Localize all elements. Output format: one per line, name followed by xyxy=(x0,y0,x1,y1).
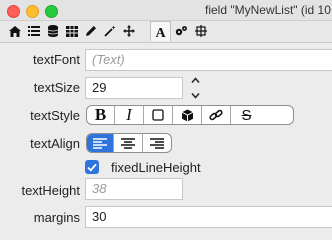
align-center-button[interactable] xyxy=(114,134,143,152)
style-link-button[interactable] xyxy=(202,106,231,124)
textsize-field[interactable]: 29 xyxy=(85,77,183,99)
textfont-label: textFont xyxy=(33,52,80,67)
textalign-label: textAlign xyxy=(30,136,80,151)
style-box-button[interactable] xyxy=(144,106,173,124)
link-icon xyxy=(209,109,223,121)
gears-icon xyxy=(175,26,187,36)
italic-icon: I xyxy=(126,105,132,124)
textstyle-segmented-control[interactable]: B I S xyxy=(86,105,294,125)
tab-database[interactable] xyxy=(43,22,62,40)
box-icon xyxy=(152,109,164,121)
text-tab-glyph: A xyxy=(155,26,166,38)
tab-advanced[interactable] xyxy=(172,22,191,40)
tab-table[interactable] xyxy=(62,22,81,40)
bold-icon: B xyxy=(94,105,107,124)
list-icon xyxy=(27,26,40,36)
chevron-up-icon[interactable] xyxy=(191,77,200,84)
move-icon xyxy=(122,25,135,37)
tab-list[interactable] xyxy=(24,22,43,40)
window-titlebar: field "MyNewList" (id 10 xyxy=(0,0,332,21)
textsize-stepper[interactable] xyxy=(189,77,202,99)
textfont-placeholder: (Text) xyxy=(92,52,125,67)
tab-text[interactable]: A xyxy=(150,21,171,41)
text-properties-pane: textFont (Text) textSize 29 textStyle B … xyxy=(0,43,332,240)
align-right-button[interactable] xyxy=(143,134,171,152)
tab-basic[interactable] xyxy=(5,22,24,40)
home-icon xyxy=(8,25,21,37)
align-right-icon xyxy=(149,137,164,149)
fixedlineheight-checkbox[interactable] xyxy=(85,160,99,174)
zoom-window-button[interactable] xyxy=(45,5,58,18)
chevron-down-icon[interactable] xyxy=(191,92,200,99)
textsize-label: textSize xyxy=(33,80,80,95)
textheight-label: textHeight xyxy=(21,183,80,198)
align-left-icon xyxy=(93,137,108,149)
table-icon xyxy=(65,25,78,37)
database-icon xyxy=(47,25,58,37)
close-window-button[interactable] xyxy=(7,5,20,18)
tab-position[interactable] xyxy=(119,22,138,40)
textsize-value: 29 xyxy=(92,80,107,95)
tab-pencil[interactable] xyxy=(81,22,100,40)
resize-icon xyxy=(194,25,207,37)
checkmark-icon xyxy=(87,163,97,172)
pencil-icon xyxy=(85,26,96,36)
text-icon: A xyxy=(155,26,166,38)
style-bold-button[interactable]: B xyxy=(87,106,115,124)
window-title: field "MyNewList" (id 10 xyxy=(205,3,331,17)
cube-icon xyxy=(181,109,193,121)
align-center-icon xyxy=(121,137,136,149)
style-italic-button[interactable]: I xyxy=(115,106,144,124)
textstyle-label: textStyle xyxy=(30,108,80,123)
textalign-segmented-control[interactable] xyxy=(86,133,172,153)
inspector-toolbar: A xyxy=(0,21,332,43)
margins-value: 30 xyxy=(92,209,107,224)
margins-field[interactable]: 30 xyxy=(85,206,332,228)
strikeout-icon: S xyxy=(241,106,252,124)
magic-wand-icon xyxy=(103,25,115,37)
align-left-button[interactable] xyxy=(87,134,115,152)
textheight-placeholder: 38 xyxy=(92,181,107,196)
fixedlineheight-label: fixedLineHeight xyxy=(111,160,201,175)
tab-size[interactable] xyxy=(191,22,210,40)
style-strikeout-button[interactable]: S xyxy=(231,106,262,124)
tab-effects[interactable] xyxy=(100,22,119,40)
margins-label: margins xyxy=(33,210,80,225)
style-threedbox-button[interactable] xyxy=(173,106,202,124)
textheight-field[interactable]: 38 xyxy=(85,178,183,200)
minimize-window-button[interactable] xyxy=(26,5,39,18)
textfont-field[interactable]: (Text) xyxy=(85,49,332,71)
